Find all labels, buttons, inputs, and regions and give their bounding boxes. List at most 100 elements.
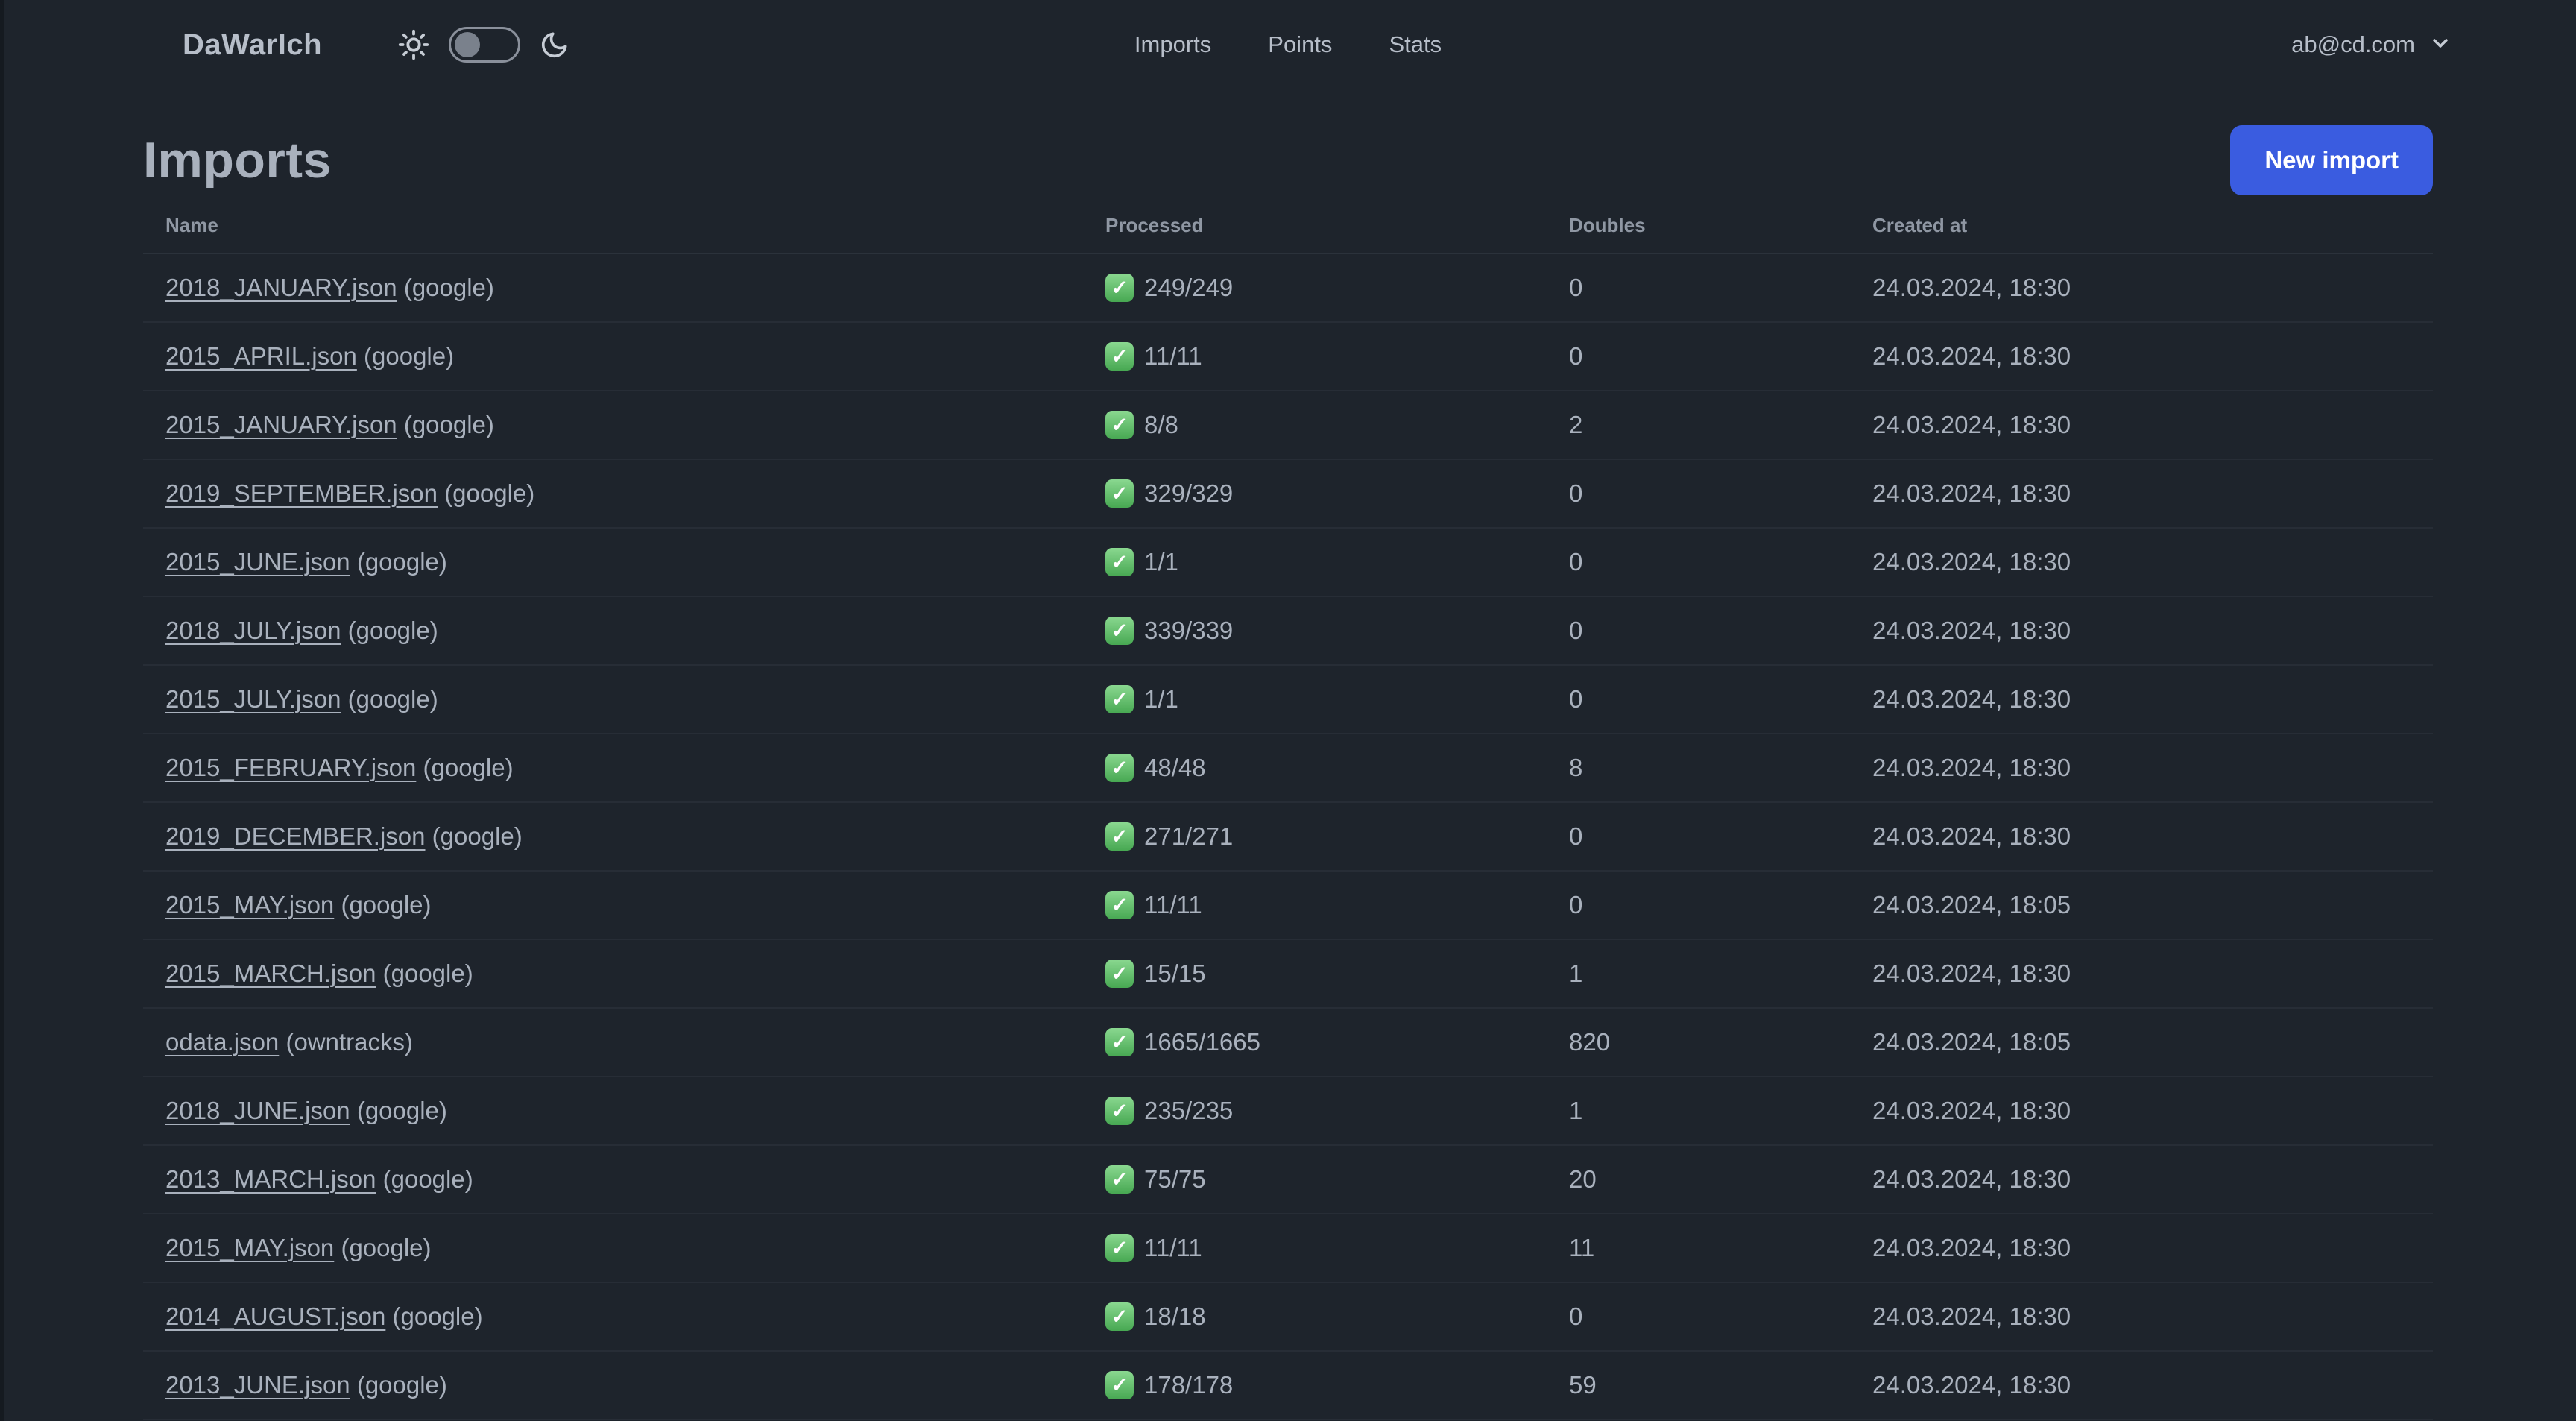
processed-cell: 18/18: [1105, 1302, 1569, 1331]
doubles-cell: 0: [1569, 1302, 1583, 1330]
import-file-link[interactable]: 2015_MARCH.json: [165, 960, 376, 987]
column-header-name: Name: [165, 213, 218, 236]
created-at-cell: 24.03.2024, 18:05: [1872, 891, 2071, 919]
import-file-link[interactable]: 2015_MAY.json: [165, 1234, 334, 1261]
processed-count: 178/178: [1144, 1371, 1234, 1399]
nav-link-stats[interactable]: Stats: [1389, 31, 1442, 58]
new-import-button[interactable]: New import: [2230, 125, 2433, 195]
import-file-link[interactable]: 2015_JANUARY.json: [165, 411, 397, 438]
processed-count: 249/249: [1144, 274, 1234, 301]
app-logo[interactable]: DaWarIch: [183, 28, 322, 62]
import-file-link[interactable]: odata.json: [165, 1028, 279, 1056]
toggle-knob: [455, 32, 481, 57]
doubles-cell: 59: [1569, 1371, 1597, 1399]
processed-cell: 15/15: [1105, 960, 1569, 988]
import-source: (google): [376, 960, 473, 987]
success-check-icon: [1105, 411, 1134, 439]
import-name-cell: 2014_AUGUST.json (google): [165, 1302, 1105, 1331]
column-header-processed: Processed: [1105, 213, 1204, 236]
created-at-cell: 24.03.2024, 18:30: [1872, 1165, 2071, 1193]
table-header-row: Name Processed Doubles Created at: [143, 198, 2433, 254]
created-at-cell: 24.03.2024, 18:30: [1872, 479, 2071, 507]
success-check-icon: [1105, 1028, 1134, 1056]
import-file-link[interactable]: 2018_JUNE.json: [165, 1097, 350, 1124]
account-email: ab@cd.com: [2291, 31, 2415, 57]
table-row: 2015_JUNE.json (google) 1/1 0 24.03.2024…: [143, 529, 2433, 597]
import-file-link[interactable]: 2014_AUGUST.json: [165, 1302, 385, 1330]
nav-link-imports[interactable]: Imports: [1134, 31, 1211, 58]
import-name-cell: 2015_FEBRUARY.json (google): [165, 754, 1105, 782]
import-file-link[interactable]: 2015_MAY.json: [165, 891, 334, 919]
window-edge: [0, 0, 4, 1421]
import-source: (google): [356, 342, 455, 370]
processed-cell: 271/271: [1105, 822, 1569, 851]
import-name-cell: 2015_MARCH.json (google): [165, 960, 1105, 988]
created-at-cell: 24.03.2024, 18:30: [1872, 1097, 2071, 1124]
success-check-icon: [1105, 274, 1134, 302]
import-source: (google): [438, 479, 535, 507]
doubles-cell: 0: [1569, 685, 1583, 713]
created-at-cell: 24.03.2024, 18:30: [1872, 754, 2071, 781]
import-source: (google): [425, 822, 523, 850]
import-file-link[interactable]: 2015_FEBRUARY.json: [165, 754, 416, 781]
import-source: (google): [334, 1234, 432, 1261]
import-file-link[interactable]: 2019_SEPTEMBER.json: [165, 479, 438, 507]
processed-count: 1665/1665: [1144, 1028, 1260, 1056]
main-nav: Imports Points Stats: [1134, 31, 1442, 58]
doubles-cell: 2: [1569, 411, 1583, 438]
doubles-cell: 1: [1569, 1097, 1583, 1124]
import-source: (google): [397, 274, 494, 301]
processed-count: 75/75: [1144, 1165, 1206, 1193]
processed-count: 271/271: [1144, 822, 1234, 850]
table-row: 2015_APRIL.json (google) 11/11 0 24.03.2…: [143, 323, 2433, 391]
import-file-link[interactable]: 2019_DECEMBER.json: [165, 822, 426, 850]
import-source: (owntracks): [279, 1028, 413, 1056]
doubles-cell: 0: [1569, 479, 1583, 507]
created-at-cell: 24.03.2024, 18:30: [1872, 1302, 2071, 1330]
doubles-cell: 0: [1569, 891, 1583, 919]
table-row: 2015_JANUARY.json (google) 8/8 2 24.03.2…: [143, 391, 2433, 460]
import-file-link[interactable]: 2013_JUNE.json: [165, 1371, 350, 1399]
processed-cell: 8/8: [1105, 411, 1569, 439]
import-name-cell: odata.json (owntracks): [165, 1028, 1105, 1056]
processed-count: 8/8: [1144, 411, 1178, 438]
import-name-cell: 2018_JUNE.json (google): [165, 1097, 1105, 1125]
processed-cell: 235/235: [1105, 1097, 1569, 1125]
theme-toggle-switch[interactable]: [449, 27, 521, 63]
nav-link-points[interactable]: Points: [1268, 31, 1332, 58]
import-file-link[interactable]: 2018_JULY.json: [165, 617, 341, 644]
import-source: (google): [350, 548, 447, 576]
processed-cell: 11/11: [1105, 891, 1569, 919]
created-at-cell: 24.03.2024, 18:30: [1872, 1371, 2071, 1399]
doubles-cell: 0: [1569, 274, 1583, 301]
processed-cell: 178/178: [1105, 1371, 1569, 1399]
import-file-link[interactable]: 2015_JUNE.json: [165, 548, 350, 576]
created-at-cell: 24.03.2024, 18:30: [1872, 822, 2071, 850]
created-at-cell: 24.03.2024, 18:30: [1872, 685, 2071, 713]
import-name-cell: 2018_JANUARY.json (google): [165, 274, 1105, 302]
table-row: 2015_MAY.json (google) 11/11 11 24.03.20…: [143, 1214, 2433, 1283]
processed-count: 1/1: [1144, 685, 1178, 713]
import-name-cell: 2015_MAY.json (google): [165, 891, 1105, 919]
page-title: Imports: [143, 132, 332, 189]
account-menu[interactable]: ab@cd.com: [2291, 31, 2452, 59]
import-file-link[interactable]: 2018_JANUARY.json: [165, 274, 397, 301]
table-row: 2015_MARCH.json (google) 15/15 1 24.03.2…: [143, 940, 2433, 1009]
app-window: DaWarIch Imports Points Stats ab@cd.com …: [0, 0, 2576, 1421]
table-row: 2018_JANUARY.json (google) 249/249 0 24.…: [143, 254, 2433, 323]
import-file-link[interactable]: 2015_APRIL.json: [165, 342, 357, 370]
success-check-icon: [1105, 822, 1134, 851]
import-name-cell: 2013_MARCH.json (google): [165, 1165, 1105, 1194]
import-name-cell: 2015_JANUARY.json (google): [165, 411, 1105, 439]
import-file-link[interactable]: 2013_MARCH.json: [165, 1165, 376, 1193]
success-check-icon: [1105, 548, 1134, 576]
processed-cell: 1665/1665: [1105, 1028, 1569, 1056]
processed-cell: 339/339: [1105, 617, 1569, 645]
import-file-link[interactable]: 2015_JULY.json: [165, 685, 341, 713]
import-source: (google): [416, 754, 514, 781]
success-check-icon: [1105, 685, 1134, 713]
success-check-icon: [1105, 960, 1134, 988]
processed-cell: 1/1: [1105, 548, 1569, 576]
doubles-cell: 20: [1569, 1165, 1597, 1193]
doubles-cell: 1: [1569, 960, 1583, 987]
